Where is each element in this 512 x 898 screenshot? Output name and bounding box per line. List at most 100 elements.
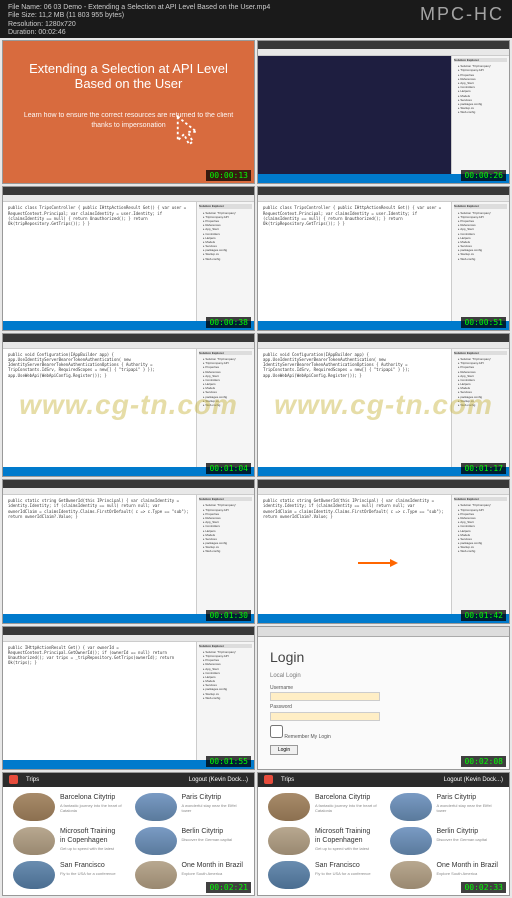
thumb-9[interactable]: public IHttpActionResult Get() { var own… <box>2 626 255 770</box>
solution-explorer: Solution ExplorerSolution 'TripCompany'T… <box>451 349 509 467</box>
trip-info: Barcelona CitytripA fantastic journey in… <box>60 793 123 814</box>
vs-window: public static string GetOwnerId(this IPr… <box>258 480 509 622</box>
vs-body: Solution ExplorerSolution 'TripCompany'T… <box>258 56 509 174</box>
app-brand: MPC-HC <box>420 4 504 25</box>
remember-checkbox-label[interactable]: Remember My Login <box>270 725 497 740</box>
timestamp: 00:02:08 <box>461 756 506 767</box>
solution-explorer: Solution ExplorerSolution 'TripCompany'T… <box>196 495 254 613</box>
vs-window: public void Configuration(IAppBuilder ap… <box>258 334 509 476</box>
solution-explorer: Solution ExplorerSolution 'TripCompany'T… <box>451 495 509 613</box>
password-input[interactable] <box>270 712 380 721</box>
panel-title: Solution Explorer <box>199 351 252 355</box>
duration-label: Duration: <box>8 29 36 36</box>
trip-item[interactable]: Berlin CitytripDiscover the German capit… <box>135 827 245 855</box>
duration-value: 00:02:46 <box>38 29 65 36</box>
panel-title: Solution Explorer <box>454 351 507 355</box>
code-editor: public class TripsController { public IH… <box>3 202 196 320</box>
tree-item[interactable]: Web.config <box>454 257 507 261</box>
thumb-3[interactable]: public class TripsController { public IH… <box>2 186 255 330</box>
thumb-2[interactable]: Solution ExplorerSolution 'TripCompany'T… <box>257 40 510 184</box>
timestamp: 00:01:30 <box>206 610 251 621</box>
vs-window: public static string GetOwnerId(this IPr… <box>3 480 254 622</box>
file-size-value: 11,2 MB (11 803 955 bytes) <box>39 12 124 19</box>
trip-item[interactable]: San FranciscoFly to the USA for a confer… <box>268 861 378 889</box>
code-editor: public void Configuration(IAppBuilder ap… <box>258 349 451 467</box>
vs-window: public class TripsController { public IH… <box>258 187 509 329</box>
thumb-11[interactable]: Trips Logout (Kevin Dock...) Barcelona C… <box>2 772 255 896</box>
username-input[interactable] <box>270 692 380 701</box>
timestamp: 00:02:21 <box>206 882 251 893</box>
trip-title: One Month in Brazil <box>182 861 245 870</box>
trip-item[interactable]: Barcelona CitytripA fantastic journey in… <box>268 793 378 821</box>
vs-window: public IHttpActionResult Get() { var own… <box>3 627 254 769</box>
login-button[interactable]: Login <box>270 745 298 755</box>
tree-item[interactable]: Web.config <box>199 257 252 261</box>
trip-thumbnail <box>13 827 55 855</box>
tree-item[interactable]: Web.config <box>454 403 507 407</box>
trip-desc: Fly to the USA for a conference <box>60 871 123 876</box>
timestamp: 00:01:55 <box>206 756 251 767</box>
timestamp: 00:00:51 <box>461 317 506 328</box>
thumb-12[interactable]: Trips Logout (Kevin Dock...) Barcelona C… <box>257 772 510 896</box>
browser-chrome <box>258 627 509 637</box>
code-editor: public static string GetOwnerId(this IPr… <box>258 495 451 613</box>
thumb-6[interactable]: public void Configuration(IAppBuilder ap… <box>257 333 510 477</box>
trip-desc: Get up to speed with the latest <box>60 846 123 851</box>
nav-logout[interactable]: Logout (Kevin Dock...) <box>444 777 503 783</box>
trip-title: One Month in Brazil <box>437 861 500 870</box>
trip-title: Berlin Citytrip <box>437 827 500 836</box>
trip-desc: Discover the German capital <box>437 837 500 842</box>
pointer-arrow-icon <box>358 559 398 567</box>
tree-item[interactable]: Web.config <box>454 549 507 553</box>
login-heading: Login <box>270 649 497 665</box>
thumb-4[interactable]: public class TripsController { public IH… <box>257 186 510 330</box>
thumb-8[interactable]: public static string GetOwnerId(this IPr… <box>257 479 510 623</box>
trips-navbar: Trips Logout (Kevin Dock...) <box>258 773 509 787</box>
trip-desc: Get up to speed with the latest <box>315 846 378 851</box>
trip-title: San Francisco <box>315 861 378 870</box>
thumb-7[interactable]: public static string GetOwnerId(this IPr… <box>2 479 255 623</box>
tree-item[interactable]: Web.config <box>199 403 252 407</box>
trip-item[interactable]: Microsoft Training in CopenhagenGet up t… <box>268 827 378 855</box>
trip-title: Paris Citytrip <box>437 793 500 802</box>
code-editor: public IHttpActionResult Get() { var own… <box>3 642 196 760</box>
timestamp: 00:01:17 <box>461 463 506 474</box>
trip-thumbnail <box>268 827 310 855</box>
trip-item[interactable]: San FranciscoFly to the USA for a confer… <box>13 861 123 889</box>
tree-item[interactable]: Web.config <box>199 696 252 700</box>
trip-item[interactable]: Barcelona CitytripA fantastic journey in… <box>13 793 123 821</box>
thumb-5[interactable]: public void Configuration(IAppBuilder ap… <box>2 333 255 477</box>
thumbnail-grid: Extending a Selection at API Level Based… <box>0 38 512 898</box>
tree-item[interactable]: Web.config <box>199 549 252 553</box>
trip-item[interactable]: Paris CitytripA wonderful stay near the … <box>135 793 245 821</box>
code-editor: public class TripsController { public IH… <box>258 202 451 320</box>
trip-title: Microsoft Training in Copenhagen <box>315 827 378 845</box>
solution-explorer: Solution ExplorerSolution 'TripCompany'T… <box>196 349 254 467</box>
timestamp: 00:01:42 <box>461 610 506 621</box>
tree-item[interactable]: Web.config <box>454 110 507 114</box>
login-subheading: Local Login <box>270 673 497 679</box>
trip-item[interactable]: Berlin CitytripDiscover the German capit… <box>390 827 500 855</box>
panel-title: Solution Explorer <box>454 497 507 501</box>
nav-brand[interactable]: Trips <box>281 777 294 783</box>
trip-thumbnail <box>13 861 55 889</box>
trip-thumbnail <box>390 861 432 889</box>
username-label: Username <box>270 685 380 691</box>
brand-logo-icon <box>264 775 273 784</box>
code-editor: public void Configuration(IAppBuilder ap… <box>3 349 196 467</box>
resolution-label: Resolution: <box>8 21 43 28</box>
nav-logout[interactable]: Logout (Kevin Dock...) <box>189 777 248 783</box>
trip-item[interactable]: Microsoft Training in CopenhagenGet up t… <box>13 827 123 855</box>
vs-toolbar <box>258 49 509 56</box>
trip-thumbnail <box>13 793 55 821</box>
solution-explorer: Solution ExplorerSolution 'TripCompany'T… <box>196 202 254 320</box>
nav-brand[interactable]: Trips <box>26 777 39 783</box>
remember-checkbox[interactable] <box>270 725 283 738</box>
trip-info: Berlin CitytripDiscover the German capit… <box>437 827 500 843</box>
thumb-10[interactable]: Login Local Login Username Password Reme… <box>257 626 510 770</box>
trips-list: Barcelona CitytripA fantastic journey in… <box>3 787 254 895</box>
trip-item[interactable]: Paris CitytripA wonderful stay near the … <box>390 793 500 821</box>
vs-window: public class TripsController { public IH… <box>3 187 254 329</box>
thumb-1[interactable]: Extending a Selection at API Level Based… <box>2 40 255 184</box>
solution-explorer: Solution ExplorerSolution 'TripCompany'T… <box>451 202 509 320</box>
